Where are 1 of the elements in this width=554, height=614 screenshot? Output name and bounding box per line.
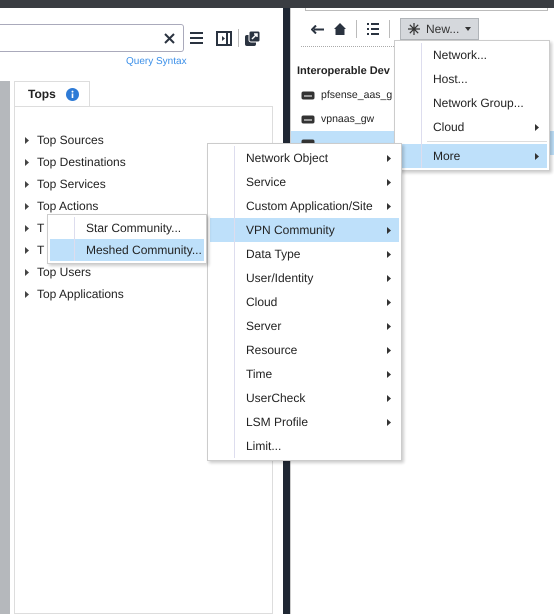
section-heading: Interoperable Dev [297,65,391,77]
